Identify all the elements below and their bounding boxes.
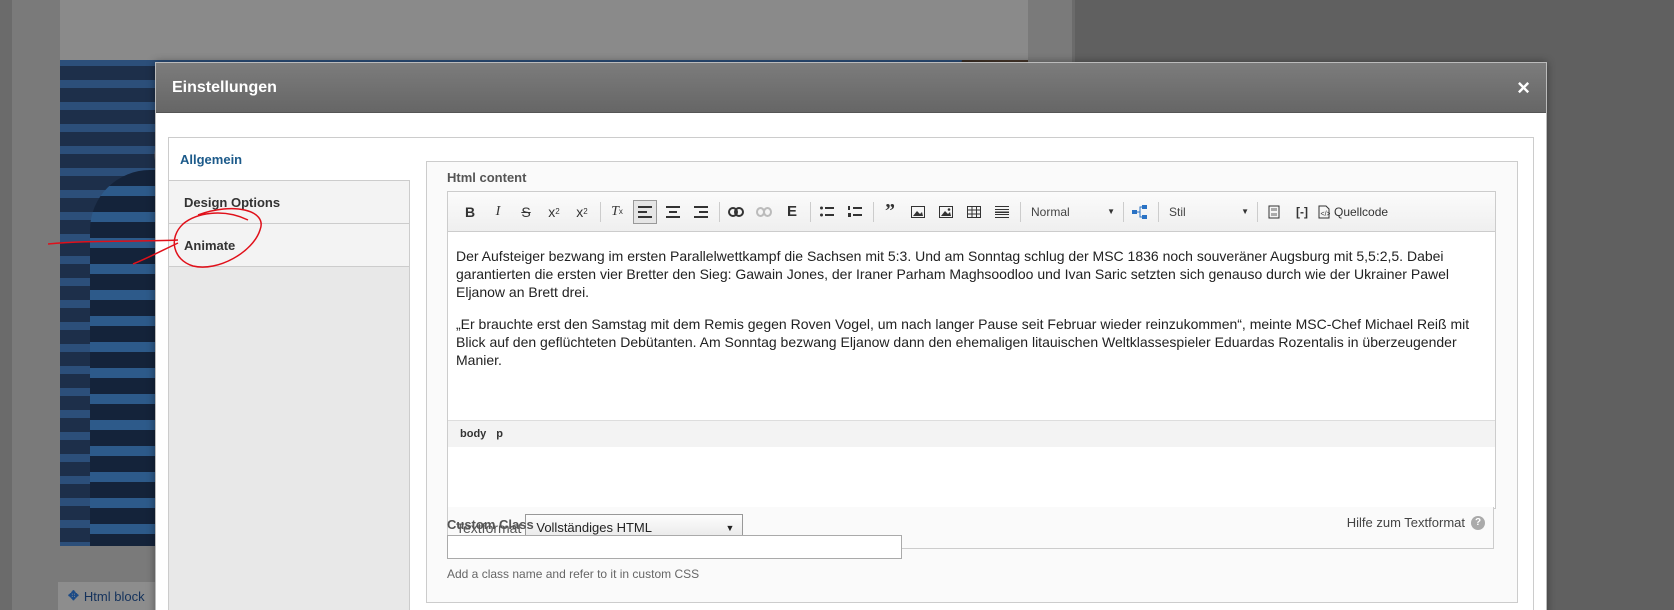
bulleted-list-icon[interactable] — [815, 200, 839, 224]
toolbar-separator — [719, 201, 720, 222]
sitemap-icon[interactable] — [1128, 200, 1152, 224]
custom-class-hint: Add a class name and refer to it in cust… — [447, 567, 700, 581]
settings-dialog: Einstellungen × Allgemein Design Options… — [155, 62, 1547, 610]
chevron-down-icon: ▼ — [1107, 207, 1115, 216]
format-combo[interactable]: Normal ▼ — [1025, 200, 1121, 224]
element-path-bar: body p — [448, 420, 1495, 447]
tab-allgemein[interactable]: Allgemein — [169, 138, 410, 181]
numbered-list-icon[interactable] — [843, 200, 867, 224]
tab-animate[interactable]: Animate — [169, 224, 409, 267]
tab-list: Allgemein Design Options Animate — [169, 138, 410, 610]
dialog-header: Einstellungen × — [156, 63, 1546, 113]
blockquote-icon[interactable]: ” — [878, 200, 902, 224]
svg-text:</>: </> — [1321, 211, 1331, 218]
help-icon: ? — [1471, 515, 1485, 530]
move-icon: ✥ — [68, 588, 79, 603]
bold-icon[interactable]: B — [458, 200, 482, 224]
custom-class-input[interactable] — [447, 535, 902, 559]
textformat-value: Vollständiges HTML — [536, 520, 652, 535]
format-combo-value: Normal — [1031, 204, 1070, 219]
textformat-help-link[interactable]: Hilfe zum Textformat ? — [1347, 515, 1485, 530]
path-body[interactable]: body — [460, 428, 486, 440]
align-left-icon[interactable] — [633, 199, 657, 224]
custom-class-label: Custom Class — [447, 517, 534, 532]
html-content-label: Html content — [447, 170, 527, 185]
toolbar-separator — [1020, 201, 1021, 222]
editor-toolbar: B I S x2 x2 Tx E ” Normal ▼ Stil ▼ [-] <… — [448, 192, 1495, 232]
source-button[interactable]: </> Quellcode — [1318, 200, 1388, 224]
tab-content-panel: Html content B I S x2 x2 Tx E ” Normal ▼… — [426, 161, 1518, 603]
unlink-icon[interactable] — [752, 200, 776, 224]
strikethrough-icon[interactable]: S — [514, 200, 538, 224]
subscript-icon[interactable]: x2 — [570, 200, 594, 224]
italic-icon[interactable]: I — [486, 200, 510, 224]
style-combo-value: Stil — [1169, 204, 1186, 219]
toolbar-separator — [810, 201, 811, 222]
image2-icon[interactable] — [934, 200, 958, 224]
toolbar-separator — [873, 201, 874, 222]
toolbar-separator — [600, 201, 601, 222]
html-block-tab[interactable]: ✥ Html block — [58, 582, 158, 610]
path-p[interactable]: p — [496, 428, 503, 440]
source-label: Quellcode — [1334, 204, 1389, 219]
dialog-title: Einstellungen — [172, 78, 277, 96]
remove-format-icon[interactable]: Tx — [605, 200, 629, 224]
help-label: Hilfe zum Textformat — [1346, 515, 1465, 530]
image-icon[interactable] — [906, 200, 930, 224]
horizontal-rule-icon[interactable] — [990, 200, 1014, 224]
align-right-icon[interactable] — [689, 200, 713, 224]
align-center-icon[interactable] — [661, 200, 685, 224]
photo-top-area — [60, 0, 1028, 60]
show-blocks-icon[interactable] — [1262, 200, 1286, 224]
tab-design-options[interactable]: Design Options — [169, 181, 409, 224]
toolbar-separator — [1158, 201, 1159, 222]
code-snippet-icon[interactable]: [-] — [1290, 200, 1314, 224]
close-icon[interactable]: × — [1517, 76, 1530, 99]
toolbar-separator — [1257, 201, 1258, 222]
superscript-icon[interactable]: x2 — [542, 200, 566, 224]
toolbar-separator — [1123, 201, 1124, 222]
html-block-label: Html block — [83, 588, 145, 604]
dialog-body: Allgemein Design Options Animate Html co… — [168, 137, 1534, 610]
style-combo[interactable]: Stil ▼ — [1163, 200, 1255, 224]
editor-paragraph: „Er brauchte erst den Samstag mit dem Re… — [456, 316, 1470, 368]
table-icon[interactable] — [962, 200, 986, 224]
rich-text-editor: B I S x2 x2 Tx E ” Normal ▼ Stil ▼ [-] <… — [447, 191, 1496, 509]
editor-content[interactable]: Der Aufsteiger bezwang im ersten Paralle… — [448, 232, 1495, 420]
editor-paragraph: Der Aufsteiger bezwang im ersten Paralle… — [456, 248, 1449, 300]
chevron-down-icon: ▼ — [725, 522, 735, 533]
chevron-down-icon: ▼ — [1241, 207, 1249, 216]
anchor-icon[interactable]: E — [780, 200, 804, 224]
link-icon[interactable] — [724, 200, 748, 224]
